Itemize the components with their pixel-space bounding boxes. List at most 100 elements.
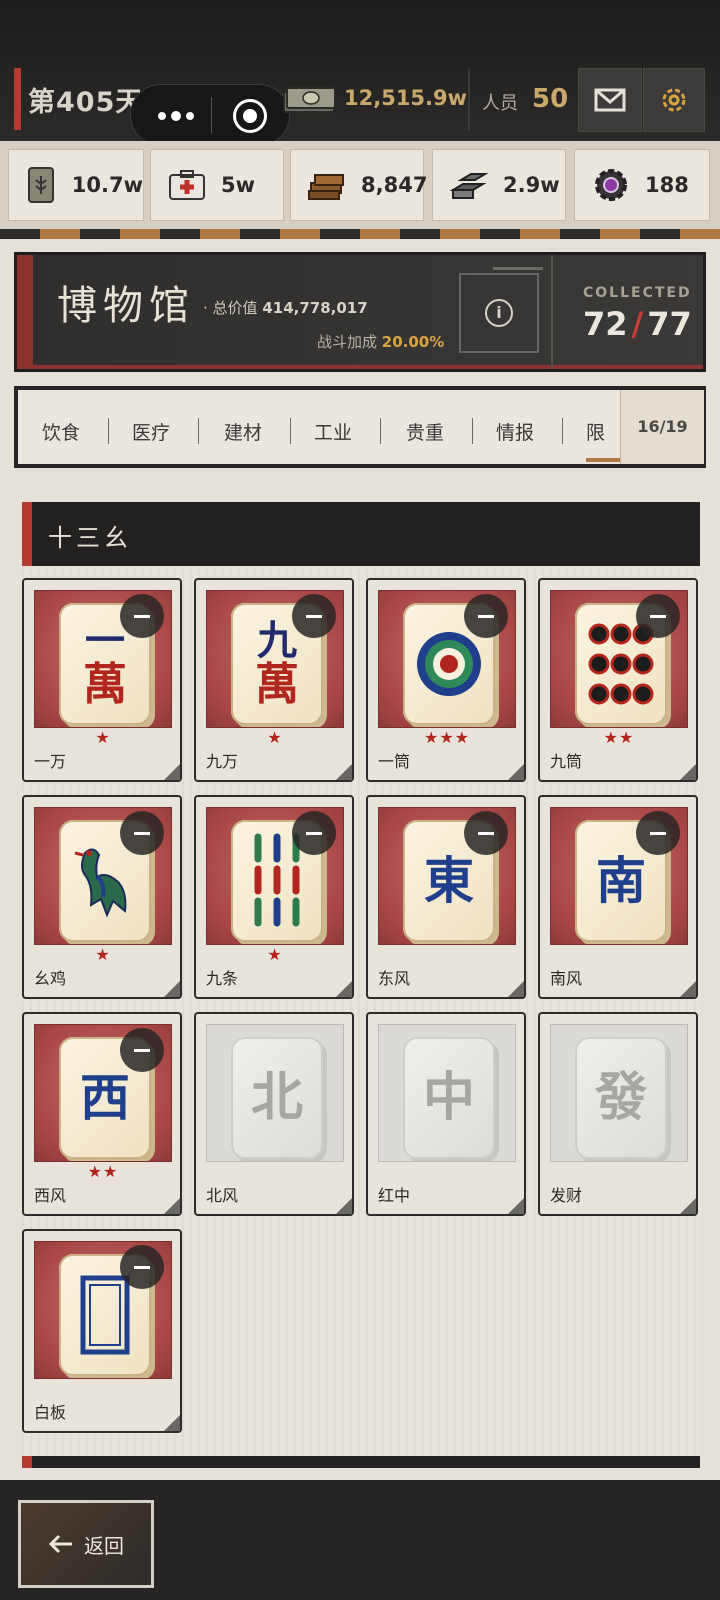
remove-button[interactable]	[292, 594, 336, 638]
remove-button[interactable]	[464, 594, 508, 638]
rarity-stars: ★★★	[423, 728, 471, 747]
tab-divider	[290, 418, 291, 444]
tab-building[interactable]: 建材	[224, 418, 262, 445]
resource-building[interactable]: 8,847	[290, 149, 428, 221]
footer-bar: 返回	[0, 1480, 720, 1600]
tile-name: 东风	[378, 969, 411, 988]
tile-card[interactable]: 東 东风	[366, 795, 526, 999]
tile-name: 红中	[378, 1186, 411, 1205]
tab-industry[interactable]: 工业	[314, 418, 352, 445]
info-decoration-line	[493, 267, 543, 270]
mail-button[interactable]	[578, 68, 642, 132]
cash-stack-icon	[283, 87, 336, 113]
gear-chip-icon	[591, 165, 631, 205]
resource-chips[interactable]: 188	[574, 149, 710, 221]
resource-medical-value: 5w	[221, 173, 256, 197]
gear-icon	[662, 88, 686, 112]
tile-card[interactable]: ★ 幺鸡	[22, 795, 182, 999]
remove-button[interactable]	[120, 1245, 164, 1289]
tile-card-locked[interactable]: 發 发财	[538, 1012, 698, 1216]
tile-card[interactable]: ★★ 九筒	[538, 578, 698, 782]
museum-accent-bar	[17, 255, 33, 369]
day-accent-bar	[14, 68, 21, 130]
info-button[interactable]: i	[459, 273, 539, 353]
tile-glyph: 發	[594, 1067, 647, 1128]
total-value-number: 414,778,017	[262, 299, 368, 317]
tile-name: 北风	[206, 1186, 239, 1205]
resource-bar: 10.7w 5w 8,847 2.9w 188	[0, 141, 720, 237]
back-label: 返回	[84, 1533, 124, 1558]
section-title: 十三幺	[48, 524, 132, 552]
resource-food[interactable]: 10.7w	[8, 149, 144, 221]
resource-medical[interactable]: 5w	[150, 149, 284, 221]
resource-building-value: 8,847	[361, 173, 428, 197]
remove-button[interactable]	[120, 594, 164, 638]
tile-card-locked[interactable]: 北 北风	[194, 1012, 354, 1216]
white-dragon-frame-icon	[80, 1275, 130, 1355]
remove-button[interactable]	[464, 811, 508, 855]
section-accent-bar	[22, 502, 32, 566]
tab-food[interactable]: 饮食	[42, 418, 80, 445]
resource-industry[interactable]: 2.9w	[432, 149, 566, 221]
category-tabs: 饮食 医疗 建材 工业 贵重 情报 限 16/19	[14, 386, 706, 468]
tile-name: 发财	[550, 1186, 583, 1205]
tile-card[interactable]: 白板	[22, 1229, 182, 1433]
tile-glyph-top: 九	[257, 617, 297, 664]
tab-divider	[472, 418, 473, 444]
tab-divider	[108, 418, 109, 444]
tile-art-locked: 發	[550, 1024, 688, 1162]
remove-button[interactable]	[636, 811, 680, 855]
collected-divider	[551, 255, 553, 369]
close-miniprogram-icon[interactable]	[233, 99, 267, 133]
tab-divider	[562, 418, 563, 444]
remove-button[interactable]	[292, 811, 336, 855]
tile-card[interactable]: 一萬 ★ 一万	[22, 578, 182, 782]
combat-bonus-value: 20.00%	[381, 333, 445, 351]
tile-card[interactable]: ★ 九条	[194, 795, 354, 999]
mini-program-capsule	[130, 84, 290, 146]
mahjong-tile-north: 北	[231, 1037, 323, 1159]
tile-glyph: 中	[422, 1067, 475, 1128]
museum-title: 博物馆	[57, 283, 195, 329]
tile-name: 西风	[34, 1186, 67, 1205]
tab-divider	[380, 418, 381, 444]
tab-valuables[interactable]: 贵重	[406, 418, 444, 445]
collected-count: 72	[583, 305, 628, 343]
tile-card[interactable]: 九萬 ★ 九万	[194, 578, 354, 782]
remove-button[interactable]	[120, 811, 164, 855]
arrow-left-icon	[48, 1534, 72, 1554]
grain-sack-icon	[25, 165, 58, 205]
more-options-icon[interactable]	[151, 103, 201, 129]
active-tab-indicator	[586, 458, 620, 462]
back-button[interactable]: 返回	[18, 1500, 154, 1588]
collected-progress: 72/77	[583, 305, 692, 343]
settings-button[interactable]	[643, 68, 705, 132]
tile-glyph: 萬	[83, 659, 127, 710]
tile-card[interactable]: ★★★ 一筒	[366, 578, 526, 782]
tab-medical[interactable]: 医疗	[132, 418, 170, 445]
mahjong-tile-red-dragon: 中	[403, 1037, 495, 1159]
mahjong-tile-green-dragon: 發	[575, 1037, 667, 1159]
combat-bonus: 战斗加成 20.00%	[317, 331, 444, 352]
remove-button[interactable]	[636, 594, 680, 638]
tile-name: 白板	[34, 1403, 67, 1422]
capsule-divider	[211, 97, 212, 133]
remove-button[interactable]	[120, 1028, 164, 1072]
tab-limited[interactable]: 限	[586, 418, 605, 445]
rarity-stars: ★	[267, 945, 283, 964]
total-value-label: · 总价值	[203, 299, 258, 317]
tab-intel[interactable]: 情报	[496, 418, 534, 445]
wood-planks-icon	[307, 165, 347, 205]
tile-name: 九条	[206, 969, 239, 988]
tile-card[interactable]: 南 南风	[538, 795, 698, 999]
tile-glyph: 北	[250, 1067, 303, 1128]
rarity-stars: ★★	[87, 1162, 119, 1181]
combat-bonus-label: 战斗加成	[317, 333, 378, 351]
tile-card[interactable]: 西 ★★ 西风	[22, 1012, 182, 1216]
hazard-stripe-divider	[0, 229, 720, 239]
tile-card-locked[interactable]: 中 红中	[366, 1012, 526, 1216]
museum-header-card: 博物馆 · 总价值 414,778,017 战斗加成 20.00% i COLL…	[14, 252, 706, 372]
tab-divider	[198, 418, 199, 444]
tile-glyph-top: 一	[85, 617, 125, 664]
staff-value: 50	[532, 84, 569, 114]
